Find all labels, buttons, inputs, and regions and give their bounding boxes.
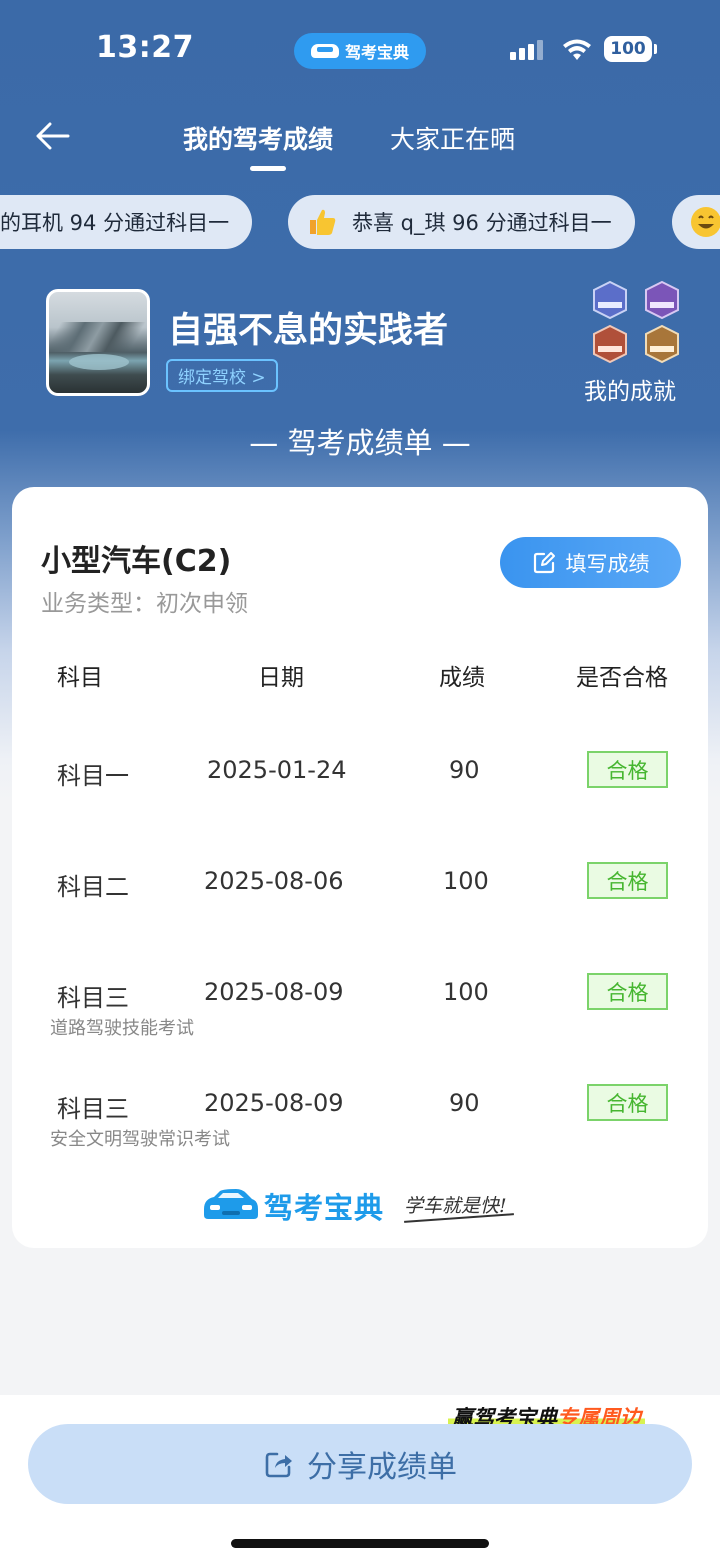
smile-icon xyxy=(691,207,720,237)
header-date: 日期 xyxy=(258,665,304,691)
header-score: 成绩 xyxy=(439,665,485,691)
business-type: 业务类型：初次申领 xyxy=(41,591,248,617)
tab-everyone-sharing[interactable]: 大家正在晒 xyxy=(390,120,515,156)
row-score: 100 xyxy=(443,978,489,1006)
ticker-item[interactable]: 恭喜 q_琪 96 分通过科目一 xyxy=(288,195,635,249)
ticker-item[interactable]: 的耳机 94 分通过科目一 xyxy=(0,195,252,249)
badge-icon xyxy=(645,324,679,364)
row-note: 道路驾驶技能考试 xyxy=(50,1018,194,1039)
row-subject: 科目三 xyxy=(57,984,129,1012)
row-date: 2025-08-06 xyxy=(204,867,344,895)
tab-my-scores[interactable]: 我的驾考成绩 xyxy=(183,120,333,156)
ticker-text: 恭喜 q_琪 96 分通过科目一 xyxy=(352,211,612,235)
app-pill-label: 驾考宝典 xyxy=(344,43,409,62)
header-subject: 科目 xyxy=(57,665,103,691)
brand-name: 驾考宝典 xyxy=(264,1191,385,1225)
ticker-text: 的耳机 94 分通过科目一 xyxy=(0,211,230,235)
row-score: 90 xyxy=(449,756,480,784)
ticker-item[interactable] xyxy=(672,195,720,249)
fill-score-button[interactable]: 填写成绩 xyxy=(500,537,681,588)
badge-icon xyxy=(593,280,627,320)
avatar[interactable] xyxy=(46,289,150,396)
edit-icon xyxy=(533,551,555,573)
car-logo-icon xyxy=(204,1189,258,1219)
pass-badge: 合格 xyxy=(587,751,668,788)
achievements-label[interactable]: 我的成就 xyxy=(584,372,676,406)
pass-badge: 合格 xyxy=(587,1084,668,1121)
thumbs-up-icon xyxy=(310,209,336,235)
active-tab-indicator xyxy=(250,166,286,171)
pass-badge: 合格 xyxy=(587,862,668,899)
home-indicator[interactable] xyxy=(231,1539,489,1548)
share-label: 分享成绩单 xyxy=(307,1450,457,1485)
cellular-signal-icon xyxy=(510,40,543,60)
wifi-icon xyxy=(563,39,591,60)
row-subject: 科目一 xyxy=(57,762,129,790)
bind-school-button[interactable]: 绑定驾校 > xyxy=(166,359,278,392)
car-type: 小型汽车(C2) xyxy=(41,544,232,579)
username: 自强不息的实践者 xyxy=(168,311,449,351)
car-icon xyxy=(310,44,339,58)
row-date: 2025-01-24 xyxy=(207,756,347,784)
status-time: 13:27 xyxy=(96,30,194,65)
achievement-badges[interactable] xyxy=(590,280,688,364)
app-indicator-pill[interactable]: 驾考宝典 xyxy=(294,33,426,69)
badge-icon xyxy=(593,324,627,364)
brand-logo: 驾考宝典 学车就是快! xyxy=(200,1183,530,1227)
status-bar: 13:27 驾考宝典 100 xyxy=(0,0,720,100)
row-score: 90 xyxy=(449,1089,480,1117)
score-sheet-title: — 驾考成绩单 — xyxy=(249,426,471,460)
badge-icon xyxy=(645,280,679,320)
row-note: 安全文明驾驶常识考试 xyxy=(50,1129,230,1150)
fill-score-label: 填写成绩 xyxy=(565,551,650,576)
header-passed: 是否合格 xyxy=(576,665,668,691)
row-date: 2025-08-09 xyxy=(204,978,344,1006)
back-arrow-icon[interactable] xyxy=(34,118,74,154)
share-icon xyxy=(265,1452,292,1478)
battery-icon: 100 xyxy=(604,36,657,62)
row-subject: 科目二 xyxy=(57,873,129,901)
share-scores-button[interactable]: 分享成绩单 xyxy=(28,1424,692,1504)
row-subject: 科目三 xyxy=(57,1095,129,1123)
row-score: 100 xyxy=(443,867,489,895)
pass-badge: 合格 xyxy=(587,973,668,1010)
row-date: 2025-08-09 xyxy=(204,1089,344,1117)
